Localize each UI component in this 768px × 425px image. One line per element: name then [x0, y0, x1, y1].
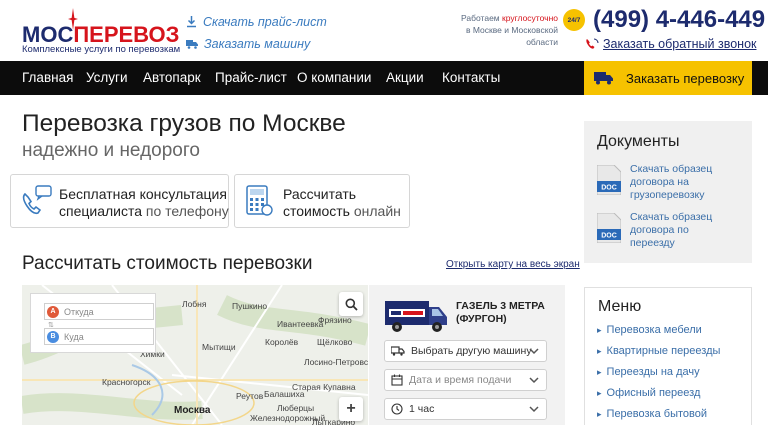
nav-home[interactable]: Главная [22, 61, 73, 95]
to-field[interactable]: В Куда [44, 328, 154, 345]
nav-fleet[interactable]: Автопарк [143, 61, 201, 95]
menu-item-apartment[interactable]: ▸ Квартирные переезды [597, 345, 720, 357]
menu-item-appliances[interactable]: ▸ Перевозка бытовой [597, 408, 707, 420]
badge-24-7: 24/7 [563, 9, 585, 31]
truck-icon [186, 40, 198, 49]
free-consultation-card[interactable]: Бесплатная консультация специалиста по т… [10, 174, 229, 228]
search-icon [345, 298, 358, 311]
chevron-down-icon [529, 377, 539, 384]
callback-link[interactable]: Заказать обратный звонок [585, 37, 757, 51]
nav-promotions[interactable]: Акции [386, 61, 424, 95]
documents-title: Документы [597, 133, 680, 150]
download-price-link[interactable]: Скачать прайс-лист [186, 12, 327, 32]
map-label: Королёв [265, 337, 299, 347]
documents-block: Документы DOC Скачать образец договора н… [584, 121, 752, 263]
nav-about[interactable]: О компании [297, 61, 371, 95]
work-hours: Работаем круглосуточно в Москве и Москов… [461, 13, 558, 47]
map-label: Старая Купавна [292, 382, 356, 392]
menu-title: Меню [598, 298, 642, 315]
page-subtitle: надежно и недорого [22, 140, 200, 161]
order-transport-button[interactable]: Заказать перевозку [584, 61, 752, 95]
map-label: Люберцы [277, 403, 315, 413]
map-search-button[interactable] [339, 292, 363, 316]
hours-select[interactable]: 1 час [384, 398, 547, 420]
arrow-right-icon: ▸ [597, 346, 602, 356]
arrow-right-icon: ▸ [597, 367, 602, 377]
page-title: Перевозка грузов по Москве [22, 110, 346, 137]
order-car-link[interactable]: Заказать машину [186, 34, 327, 54]
chevron-down-icon [529, 406, 539, 413]
calculator-panel: ГАЗЕЛЬ 3 МЕТРА (ФУРГОН) Выбрать другую м… [369, 285, 565, 425]
menu-item-dacha[interactable]: ▸ Переезды на дачу [597, 366, 700, 378]
from-field[interactable]: А Откуда [44, 303, 154, 320]
doc-file-icon: DOC [597, 165, 621, 195]
phone-number[interactable]: (499) 4-446-449 [593, 6, 765, 34]
phone-chat-icon [22, 185, 52, 215]
nav-price-list[interactable]: Прайс-лист [215, 61, 287, 95]
truck-icon [391, 346, 405, 356]
arrow-right-icon: ▸ [597, 325, 602, 335]
vehicle-name: ГАЗЕЛЬ 3 МЕТРА (ФУРГОН) [456, 300, 545, 325]
route-map[interactable]: Пушкино Мытищи Королёв Щёлково Химки Лоб… [22, 285, 368, 425]
sidebar-menu: Меню ▸ Перевозка мебели ▸ Квартирные перее… [584, 287, 752, 425]
logo-tagline: Комплексные услуги по перевозкам [22, 44, 181, 55]
arrow-right-icon: ▸ [597, 388, 602, 398]
calculator-icon [246, 185, 273, 216]
route-panel: А Откуда ⇅ В Куда [30, 293, 156, 353]
site-logo[interactable]: МОСПЕРЕВОЗ Комплексные услуги по перевоз… [22, 8, 180, 55]
vehicle-truck-icon [385, 301, 447, 332]
map-label: Реутов [236, 391, 264, 401]
download-icon [187, 16, 196, 28]
truck-icon [594, 72, 613, 85]
choose-vehicle-select[interactable]: Выбрать другую машину [384, 340, 547, 362]
map-label: Щёлково [317, 337, 353, 347]
datetime-field[interactable]: Дата и время подачи [384, 369, 547, 391]
map-label: Пушкино [232, 301, 268, 311]
chevron-down-icon [529, 348, 539, 355]
map-label: Лосино-Петровский [304, 357, 368, 367]
map-label: Лобня [182, 299, 207, 309]
svg-text:DOC: DOC [601, 185, 617, 192]
nav-services[interactable]: Услуги [86, 61, 128, 95]
calendar-icon [391, 374, 403, 386]
open-fullscreen-map-link[interactable]: Открыть карту на весь экран [446, 259, 580, 270]
svg-text:DOC: DOC [601, 233, 617, 240]
calculator-title: Рассчитать стоимость перевозки [22, 253, 313, 274]
map-label: Ивантеевка [277, 319, 324, 329]
nav-contacts[interactable]: Контакты [442, 61, 500, 95]
pin-a-icon: А [47, 305, 59, 318]
pin-b-icon: В [47, 330, 59, 343]
map-label: Москва [174, 405, 211, 416]
arrow-right-icon: ▸ [597, 409, 602, 419]
map-label: Красногорск [102, 377, 151, 387]
doc-file-icon: DOC [597, 213, 621, 243]
calculate-online-card[interactable]: Рассчитать стоимость онлайн [234, 174, 410, 228]
clock-icon [391, 403, 403, 415]
map-label: Фрязино [318, 315, 352, 325]
map-label: Мытищи [202, 342, 236, 352]
header-links: Скачать прайс-лист Заказать машину [186, 12, 327, 56]
menu-item-furniture[interactable]: ▸ Перевозка мебели [597, 324, 702, 336]
menu-item-office[interactable]: ▸ Офисный переезд [597, 387, 700, 399]
site-header: МОСПЕРЕВОЗ Комплексные услуги по перевоз… [0, 0, 768, 61]
phone-icon [586, 38, 599, 49]
zoom-in-button[interactable]: + [339, 397, 363, 421]
